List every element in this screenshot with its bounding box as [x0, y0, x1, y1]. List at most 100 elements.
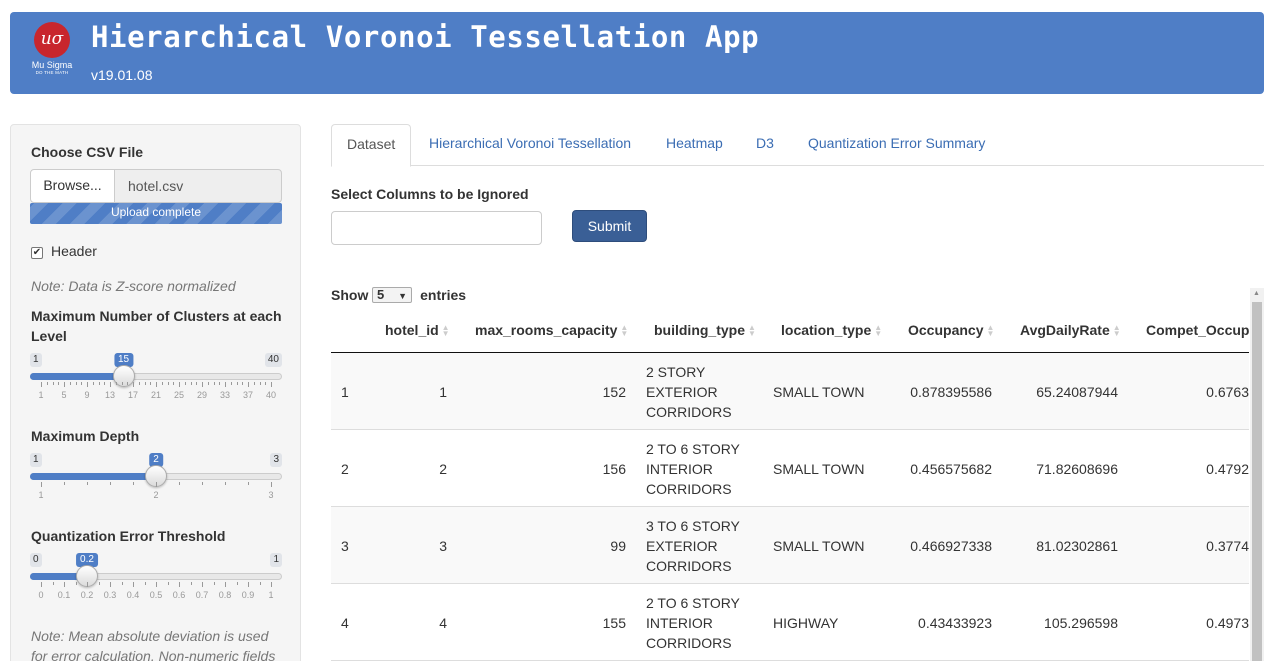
slider-minor-tick	[81, 382, 83, 385]
column-header-hotel-id[interactable]: hotel_id ▲ ▼	[385, 310, 450, 353]
slider-tick	[248, 382, 249, 387]
slider-tick-label: 17	[127, 390, 139, 400]
clusters-slider[interactable]: 1 40 15 1 5 9 13 17 21 25 29 33 37 40	[30, 353, 282, 413]
slider-tick	[41, 382, 42, 387]
slider-tick	[87, 382, 88, 387]
slider-tick	[87, 582, 88, 587]
browse-button[interactable]: Browse...	[30, 169, 115, 203]
depth-slider[interactable]: 1 3 2 123	[30, 453, 282, 513]
slider-minor-tick	[52, 382, 54, 385]
logo-tagline: DO THE MATH	[35, 70, 69, 75]
slider-tick	[110, 382, 111, 387]
slider-minor-tick	[121, 582, 123, 585]
slider-ticks	[30, 582, 282, 588]
slider-max-label: 3	[270, 453, 282, 467]
slider-tick-label: 1	[38, 390, 44, 400]
table-row[interactable]: 4 4 155 2 TO 6 STORY INTERIOR CORRIDORS …	[331, 584, 1249, 661]
occupancy-cell: 0.466927338	[910, 537, 992, 554]
slider-minor-tick	[69, 382, 71, 385]
slider-minor-tick	[110, 482, 111, 485]
qe-threshold-slider[interactable]: 0 1 0.2 0 0.1 0.2 0.3 0.4 0.5 0.6 0.7 0.8 0.9 1	[30, 553, 282, 613]
slider-tick	[225, 582, 226, 587]
slider-tick-label: 40	[265, 390, 277, 400]
slider-tick-label: 0.5	[149, 590, 163, 600]
upload-progress-bar: Upload complete	[30, 203, 282, 224]
slider-minor-tick	[225, 482, 226, 485]
scrollbar-thumb[interactable]	[1252, 302, 1262, 661]
slider-tick-label: 1	[268, 590, 274, 600]
sort-icon: ▲ ▼	[441, 323, 450, 339]
hotel-id-cell: 2	[439, 460, 447, 477]
column-header-building-type[interactable]: building_type ▲ ▼	[654, 310, 756, 353]
slider-tick-label: 13	[104, 390, 116, 400]
slider-minor-tick	[242, 382, 244, 385]
building-type-cell: 2 TO 6 STORY INTERIOR CORRIDORS	[646, 440, 740, 497]
occupancy-cell: 0.878395586	[910, 383, 992, 400]
data-table: hotel_id ▲ ▼ max_rooms_capacity ▲ ▼ building…	[331, 310, 1249, 661]
scroll-up-icon[interactable]: ▲	[1253, 290, 1260, 297]
slider-tick-label: 0.6	[172, 590, 186, 600]
header-checkbox[interactable]: ✔	[31, 247, 43, 259]
slider-minor-tick	[236, 382, 238, 385]
table-row[interactable]: 3 3 99 3 TO 6 STORY EXTERIOR CORRIDORS S…	[331, 507, 1249, 584]
tab-hierarchical-voronoi-tessellation[interactable]: Hierarchical Voronoi Tessellation	[429, 124, 631, 166]
sidebar-panel: Choose CSV File Browse... hotel.csv Uplo…	[10, 124, 301, 661]
slider-minor-tick	[213, 382, 215, 385]
column-header-max-rooms-capacity[interactable]: max_rooms_capacity ▲ ▼	[475, 310, 628, 353]
file-name-field[interactable]: hotel.csv	[114, 169, 282, 203]
slider-minor-tick	[104, 382, 106, 385]
slider-minor-tick	[92, 382, 94, 385]
table-row[interactable]: 1 1 152 2 STORY EXTERIOR CORRIDORS SMALL…	[331, 353, 1249, 430]
tab-d3[interactable]: D3	[756, 124, 774, 166]
slider-tick-label: 33	[219, 390, 231, 400]
compet-occup-cell: 0.6763	[1206, 383, 1249, 400]
slider-tick	[179, 382, 180, 387]
avg-daily-rate-cell: 105.296598	[1044, 614, 1118, 631]
slider-tick	[271, 582, 272, 587]
logo-name: Mu Sigma	[31, 60, 73, 70]
entries-select[interactable]: 5 ▼	[372, 287, 412, 303]
table-scrollbar[interactable]: ▲	[1250, 288, 1264, 661]
row-index-cell: 1	[341, 383, 349, 400]
slider-tick-label: 0.1	[57, 590, 71, 600]
slider-tick	[202, 582, 203, 587]
table-row[interactable]: 2 2 156 2 TO 6 STORY INTERIOR CORRIDORS …	[331, 430, 1249, 507]
tab-quantization-error-summary[interactable]: Quantization Error Summary	[808, 124, 985, 166]
slider-tick-label: 0	[38, 590, 44, 600]
slider-tick	[41, 582, 42, 587]
compet-occup-cell: 0.4973	[1206, 614, 1249, 631]
column-header-avg-daily-rate[interactable]: AvgDailyRate ▲ ▼	[1020, 310, 1121, 353]
building-type-cell: 2 STORY EXTERIOR CORRIDORS	[646, 363, 732, 420]
depth-label: Maximum Depth	[31, 428, 140, 444]
slider-tick-label: 0.8	[218, 590, 232, 600]
avg-daily-rate-cell: 81.02302861	[1036, 537, 1118, 554]
row-index-cell: 4	[341, 614, 349, 631]
slider-minor-tick	[150, 382, 152, 385]
submit-button[interactable]: Submit	[572, 210, 647, 242]
mu-sigma-logo: uσ Mu Sigma DO THE MATH	[28, 18, 76, 88]
max-rooms-cell: 152	[602, 383, 626, 400]
column-header-compet-occup[interactable]: Compet_Occup	[1146, 310, 1249, 353]
avg-daily-rate-cell: 65.24087944	[1036, 383, 1118, 400]
slider-tick	[271, 382, 272, 387]
sort-icon: ▲ ▼	[986, 323, 995, 339]
slider-max-label: 40	[264, 353, 282, 367]
column-header-location-type[interactable]: location_type ▲ ▼	[781, 310, 882, 353]
tab-heatmap[interactable]: Heatmap	[666, 124, 723, 166]
location-type-cell: SMALL TOWN	[773, 537, 865, 554]
slider-tick-label: 0.2	[80, 590, 94, 600]
slider-tick	[225, 382, 226, 387]
tab-dataset[interactable]: Dataset	[331, 124, 412, 167]
compet-occup-cell: 0.3774	[1206, 537, 1249, 554]
chevron-down-icon: ▼	[398, 291, 407, 301]
slider-minor-tick	[98, 582, 100, 585]
slider-minor-tick	[98, 382, 100, 385]
ignore-columns-input[interactable]	[331, 211, 542, 245]
column-header-occupancy[interactable]: Occupancy ▲ ▼	[908, 310, 994, 353]
slider-minor-tick	[190, 382, 192, 385]
slider-tick	[110, 582, 111, 587]
row-index-cell: 2	[341, 460, 349, 477]
slider-tick	[64, 582, 65, 587]
slider-tick	[41, 482, 42, 487]
slider-tick-label: 0.4	[126, 590, 140, 600]
